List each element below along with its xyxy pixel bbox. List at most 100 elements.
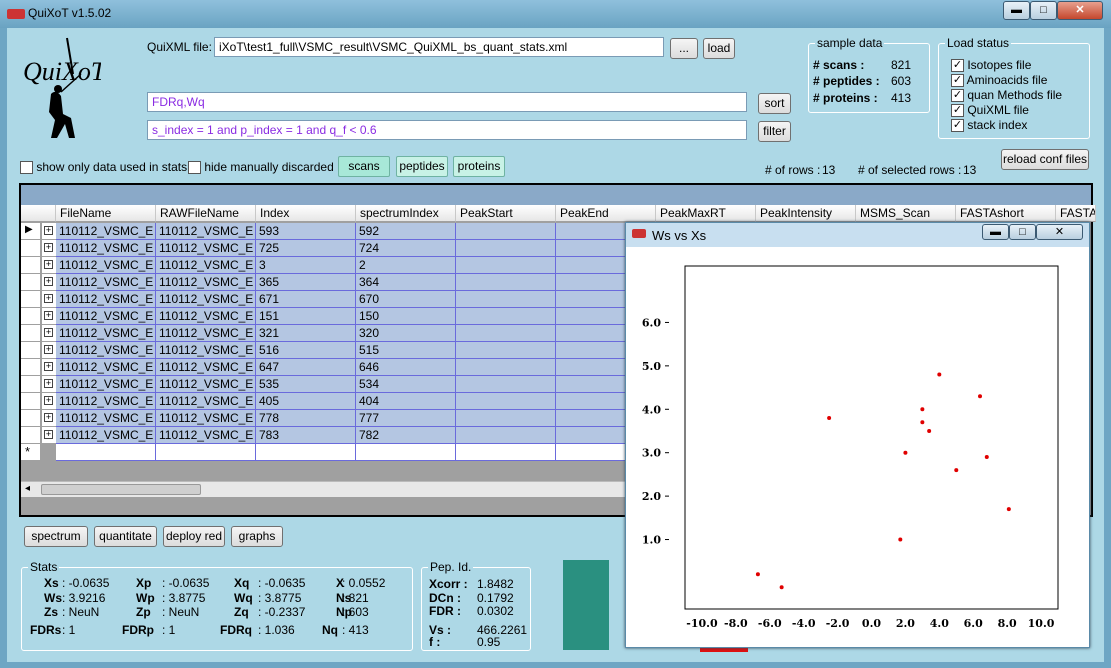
table-cell[interactable]: 534 (356, 376, 456, 393)
table-cell[interactable]: 110112_VSMC_E (156, 308, 256, 325)
table-cell[interactable]: 3 (256, 257, 356, 274)
row-header[interactable] (21, 342, 41, 359)
table-cell[interactable]: 320 (356, 325, 456, 342)
scroll-thumb[interactable] (41, 484, 201, 495)
stack-index-checkbox[interactable]: ✓ (951, 119, 964, 133)
table-cell[interactable]: 778 (256, 410, 356, 427)
filter-button[interactable]: filter (758, 121, 791, 142)
table-cell[interactable]: 535 (256, 376, 356, 393)
table-cell[interactable]: 321 (256, 325, 356, 342)
table-cell[interactable]: 777 (356, 410, 456, 427)
quantitate-button[interactable]: quantitate (94, 526, 157, 547)
table-cell[interactable]: 725 (256, 240, 356, 257)
row-header[interactable] (21, 427, 41, 444)
table-cell[interactable]: 647 (256, 359, 356, 376)
column-header[interactable]: FASTAshort (956, 205, 1056, 222)
table-cell[interactable]: 405 (256, 393, 356, 410)
column-header[interactable]: FASTA (1056, 205, 1096, 222)
column-header[interactable]: RAWFileName (156, 205, 256, 222)
close-button[interactable]: ✕ (1057, 1, 1103, 20)
table-cell[interactable] (456, 240, 556, 257)
table-cell[interactable] (456, 325, 556, 342)
table-cell[interactable] (456, 274, 556, 291)
table-cell[interactable]: 110112_VSMC_E (56, 223, 156, 240)
table-cell[interactable] (256, 444, 356, 461)
spectrum-button[interactable]: spectrum (24, 526, 88, 547)
quixml-file-input[interactable]: iXoT\test1_full\VSMC_result\VSMC_QuiXML_… (214, 37, 664, 57)
tab-scans[interactable]: scans (338, 156, 390, 177)
expand-icon[interactable]: + (42, 376, 56, 393)
show-only-option[interactable]: show only data used in stats (20, 160, 187, 175)
column-header[interactable]: PeakMaxRT (656, 205, 756, 222)
load-button[interactable]: load (703, 38, 735, 59)
table-cell[interactable]: 364 (356, 274, 456, 291)
table-cell[interactable]: 110112_VSMC_E (156, 376, 256, 393)
deploy-red-button[interactable]: deploy red (163, 526, 225, 547)
expand-icon[interactable]: + (42, 308, 56, 325)
table-cell[interactable]: 110112_VSMC_E (56, 325, 156, 342)
tab-peptides[interactable]: peptides (396, 156, 448, 177)
table-cell[interactable]: 110112_VSMC_E (156, 410, 256, 427)
row-header[interactable] (21, 291, 41, 308)
plot-window[interactable]: Ws vs Xs ▬ □ ✕ -10.0 -8.0 -6.0 -4.0 -2.0 0.0 2… (625, 222, 1090, 648)
table-cell[interactable]: 110112_VSMC_E (156, 240, 256, 257)
tab-proteins[interactable]: proteins (453, 156, 505, 177)
row-header[interactable] (21, 240, 41, 257)
table-cell[interactable]: 516 (256, 342, 356, 359)
table-cell[interactable]: 110112_VSMC_E (56, 240, 156, 257)
column-header[interactable]: PeakStart (456, 205, 556, 222)
table-cell[interactable]: 110112_VSMC_E (156, 274, 256, 291)
column-header[interactable]: PeakIntensity (756, 205, 856, 222)
table-cell[interactable]: 783 (256, 427, 356, 444)
table-cell[interactable]: 110112_VSMC_E (56, 342, 156, 359)
hide-manual-option[interactable]: hide manually discarded (188, 160, 334, 175)
table-cell[interactable] (456, 376, 556, 393)
table-cell[interactable]: 110112_VSMC_E (156, 427, 256, 444)
sort-button[interactable]: sort (758, 93, 791, 114)
table-cell[interactable]: 593 (256, 223, 356, 240)
table-cell[interactable]: 110112_VSMC_E (56, 274, 156, 291)
hide-manual-checkbox[interactable] (188, 161, 201, 175)
column-header[interactable]: FileName (56, 205, 156, 222)
quixml-checkbox[interactable]: ✓ (951, 104, 964, 118)
table-cell[interactable] (456, 427, 556, 444)
column-header[interactable]: MSMS_Scan (856, 205, 956, 222)
table-cell[interactable]: 110112_VSMC_E (56, 393, 156, 410)
table-cell[interactable]: 110112_VSMC_E (56, 410, 156, 427)
expand-icon[interactable]: + (42, 359, 56, 376)
row-header[interactable] (21, 393, 41, 410)
expand-icon[interactable]: + (42, 427, 56, 444)
reload-conf-button[interactable]: reload conf files (1001, 149, 1089, 170)
graphs-button[interactable]: graphs (231, 526, 283, 547)
table-cell[interactable]: 515 (356, 342, 456, 359)
table-cell[interactable]: 2 (356, 257, 456, 274)
sort-input[interactable]: FDRq,Wq (147, 92, 747, 112)
table-cell[interactable]: 110112_VSMC_E (56, 376, 156, 393)
table-cell[interactable]: 110112_VSMC_E (156, 342, 256, 359)
expand-icon[interactable]: + (42, 274, 56, 291)
table-cell[interactable]: 110112_VSMC_E (156, 359, 256, 376)
table-cell[interactable]: 646 (356, 359, 456, 376)
isotopes-checkbox[interactable]: ✓ (951, 59, 964, 73)
expand-icon[interactable]: + (42, 325, 56, 342)
column-header[interactable]: Index (256, 205, 356, 222)
expand-icon[interactable]: + (42, 223, 56, 240)
plot-minimize-button[interactable]: ▬ (982, 224, 1009, 240)
expand-icon[interactable]: + (42, 257, 56, 274)
expand-icon[interactable]: + (42, 410, 56, 427)
expand-icon[interactable]: + (42, 291, 56, 308)
show-only-checkbox[interactable] (20, 161, 33, 175)
row-header[interactable] (21, 410, 41, 427)
filter-input[interactable]: s_index = 1 and p_index = 1 and q_f < 0.… (147, 120, 747, 140)
table-cell[interactable]: 110112_VSMC_E (156, 393, 256, 410)
table-cell[interactable] (456, 410, 556, 427)
aminoacids-checkbox[interactable]: ✓ (951, 74, 964, 88)
table-cell[interactable]: 110112_VSMC_E (56, 427, 156, 444)
plot-close-button[interactable]: ✕ (1036, 224, 1083, 240)
row-header[interactable] (21, 257, 41, 274)
table-cell[interactable]: 670 (356, 291, 456, 308)
horizontal-scrollbar[interactable]: ◂ (21, 481, 631, 497)
row-header[interactable] (21, 359, 41, 376)
table-cell[interactable] (456, 308, 556, 325)
table-cell[interactable]: 724 (356, 240, 456, 257)
